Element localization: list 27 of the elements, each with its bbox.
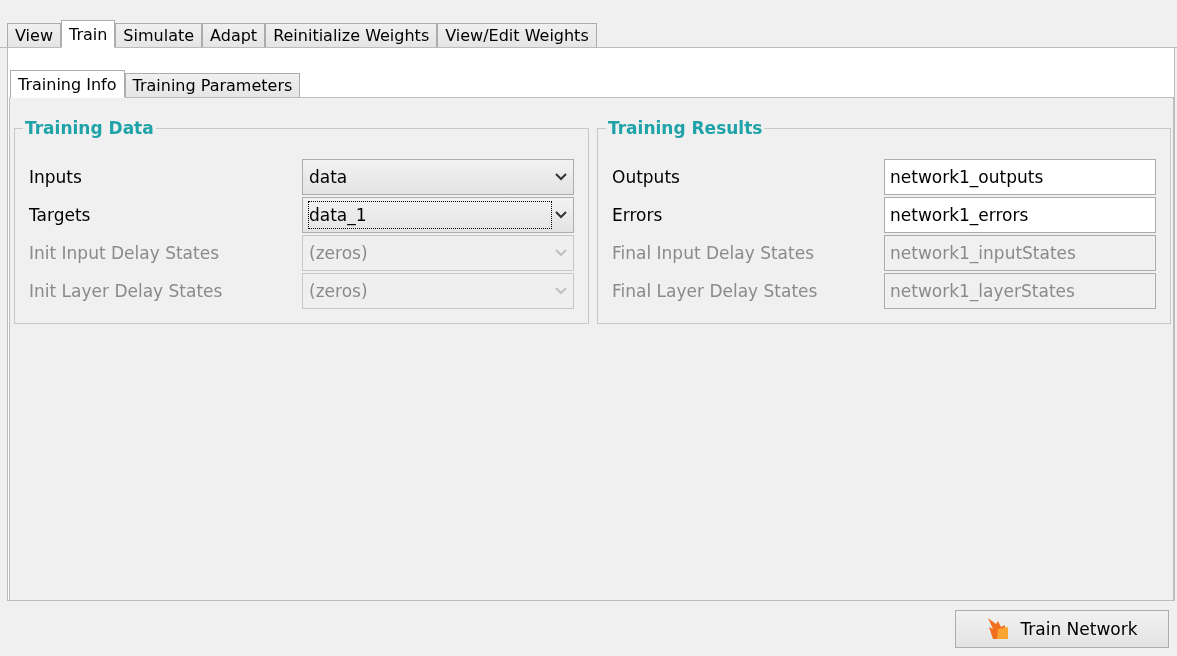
field-label: Init Input Delay States — [29, 242, 219, 263]
tab[interactable]: Training Parameters — [124, 73, 301, 97]
dropdown-value: (zeros) — [309, 279, 369, 303]
tab[interactable]: Training Info — [10, 70, 125, 98]
tab[interactable]: Adapt — [202, 23, 266, 47]
field-label: Final Layer Delay States — [612, 280, 818, 301]
text-field[interactable]: network1_errors — [884, 196, 1156, 233]
tab[interactable]: Simulate — [115, 23, 203, 47]
field-label: Inputs — [29, 166, 82, 187]
group-title: Training Results — [607, 118, 764, 138]
text-field[interactable]: network1_outputs — [884, 158, 1156, 195]
dropdown-value: data — [309, 165, 349, 189]
field-label: Final Input Delay States — [612, 242, 815, 263]
dropdown-value: (zeros) — [309, 241, 369, 265]
dropdown[interactable]: data — [302, 158, 574, 195]
field-label: Init Layer Delay States — [29, 280, 223, 301]
tab[interactable]: Train — [60, 20, 116, 48]
tab[interactable]: Reinitialize Weights — [265, 23, 438, 47]
dropdown[interactable]: data_1 — [302, 196, 574, 233]
field-label: Targets — [29, 204, 91, 225]
group-title: Training Data — [24, 118, 155, 138]
field-label: Errors — [612, 204, 663, 225]
field-label: Outputs — [612, 166, 680, 187]
train-network-button[interactable]: Train Network — [955, 609, 1169, 648]
tab[interactable]: View — [7, 23, 61, 47]
dropdown-value: data_1 — [309, 201, 551, 228]
tab[interactable]: View/Edit Weights — [437, 23, 597, 47]
